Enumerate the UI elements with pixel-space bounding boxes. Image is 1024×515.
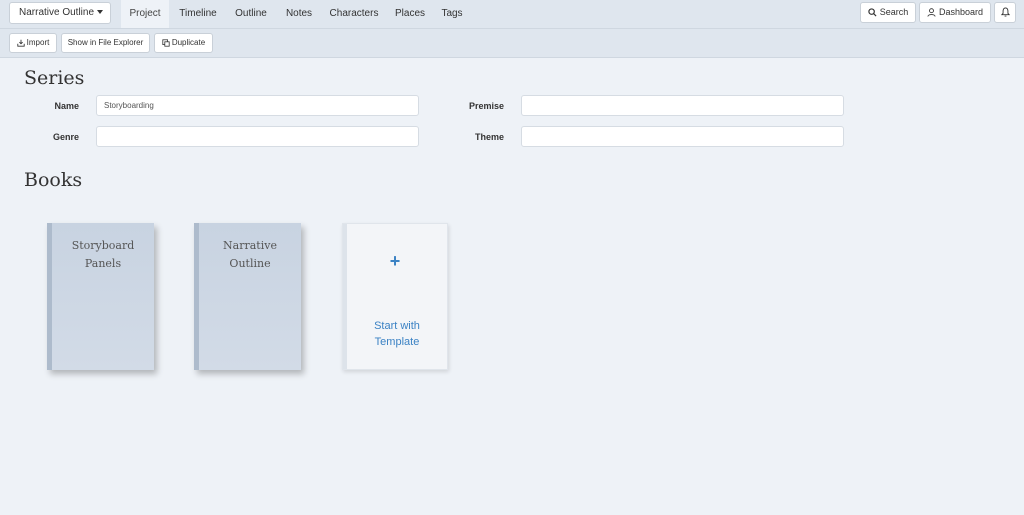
book-card-storyboard-panels[interactable]: Storyboard Panels	[47, 223, 154, 370]
toolbar: Import Show in File Explorer Duplicate	[0, 29, 1024, 58]
genre-label: Genre	[52, 132, 79, 142]
search-icon	[868, 8, 877, 17]
bell-icon	[1000, 7, 1010, 17]
book-title: Narrative Outline	[199, 237, 301, 273]
book-title-line: Narrative	[223, 239, 277, 252]
search-button[interactable]: Search	[860, 2, 916, 23]
tab-outline[interactable]: Outline	[229, 0, 273, 28]
tab-characters[interactable]: Characters	[325, 0, 383, 28]
theme-label: Theme	[474, 132, 504, 142]
name-label: Name	[54, 101, 79, 111]
start-with-template-card[interactable]: + Start with Template	[342, 223, 448, 370]
duplicate-icon	[162, 39, 170, 47]
duplicate-button-label: Duplicate	[171, 38, 206, 47]
template-label-line: Template	[374, 336, 420, 348]
book-title-line: Storyboard	[71, 239, 135, 252]
template-label: Start with Template	[347, 318, 447, 350]
plus-icon: +	[389, 251, 401, 271]
project-dropdown[interactable]: Narrative Outline	[9, 2, 111, 24]
theme-field[interactable]	[521, 126, 844, 147]
search-button-label: Search	[879, 7, 909, 17]
tab-project[interactable]: Project	[121, 0, 169, 28]
import-button[interactable]: Import	[9, 33, 57, 53]
books-heading: Books	[24, 169, 83, 191]
user-icon	[927, 8, 936, 17]
tab-notes[interactable]: Notes	[280, 0, 318, 28]
book-card-narrative-outline[interactable]: Narrative Outline	[194, 223, 301, 370]
tab-timeline[interactable]: Timeline	[174, 0, 222, 28]
book-title-line: Panels	[84, 257, 122, 270]
book-title: Storyboard Panels	[52, 237, 154, 273]
premise-label: Premise	[468, 101, 504, 111]
notifications-button[interactable]	[994, 2, 1016, 23]
tab-places[interactable]: Places	[390, 0, 430, 28]
show-in-file-explorer-label: Show in File Explorer	[67, 38, 144, 47]
premise-field[interactable]	[521, 95, 844, 116]
dashboard-button[interactable]: Dashboard	[919, 2, 991, 23]
name-field[interactable]	[96, 95, 419, 116]
import-button-label: Import	[26, 38, 50, 47]
book-title-line: Outline	[229, 257, 271, 270]
dashboard-button-label: Dashboard	[938, 7, 984, 17]
top-nav: Narrative Outline Project Timeline Outli…	[0, 0, 1024, 29]
project-dropdown-label: Narrative Outline	[19, 7, 95, 18]
caret-down-icon	[97, 10, 104, 15]
genre-field[interactable]	[96, 126, 419, 147]
duplicate-button[interactable]: Duplicate	[154, 33, 213, 53]
show-in-file-explorer-button[interactable]: Show in File Explorer	[61, 33, 150, 53]
import-icon	[17, 39, 25, 47]
template-label-line: Start with	[374, 320, 420, 332]
series-heading: Series	[24, 67, 85, 89]
tab-tags[interactable]: Tags	[437, 0, 467, 28]
